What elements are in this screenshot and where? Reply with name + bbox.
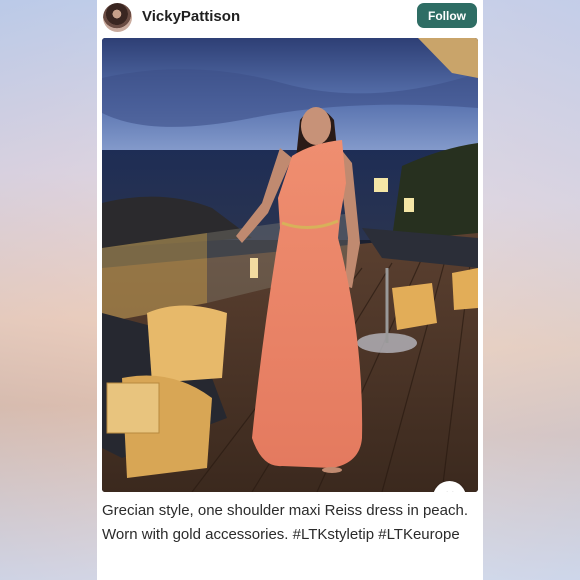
background-left [0,0,100,580]
follow-button[interactable]: Follow [417,3,477,28]
username[interactable]: VickyPattison [142,8,240,25]
background-right [480,0,580,580]
post-card: VickyPattison Follow Grecian style, one … [97,0,483,580]
heart-outline-icon [444,491,455,492]
post-caption: Grecian style, one shoulder maxi Reiss d… [102,502,469,543]
avatar[interactable] [103,3,132,32]
post-photo[interactable] [102,38,478,492]
post-header: VickyPattison Follow [97,0,483,34]
